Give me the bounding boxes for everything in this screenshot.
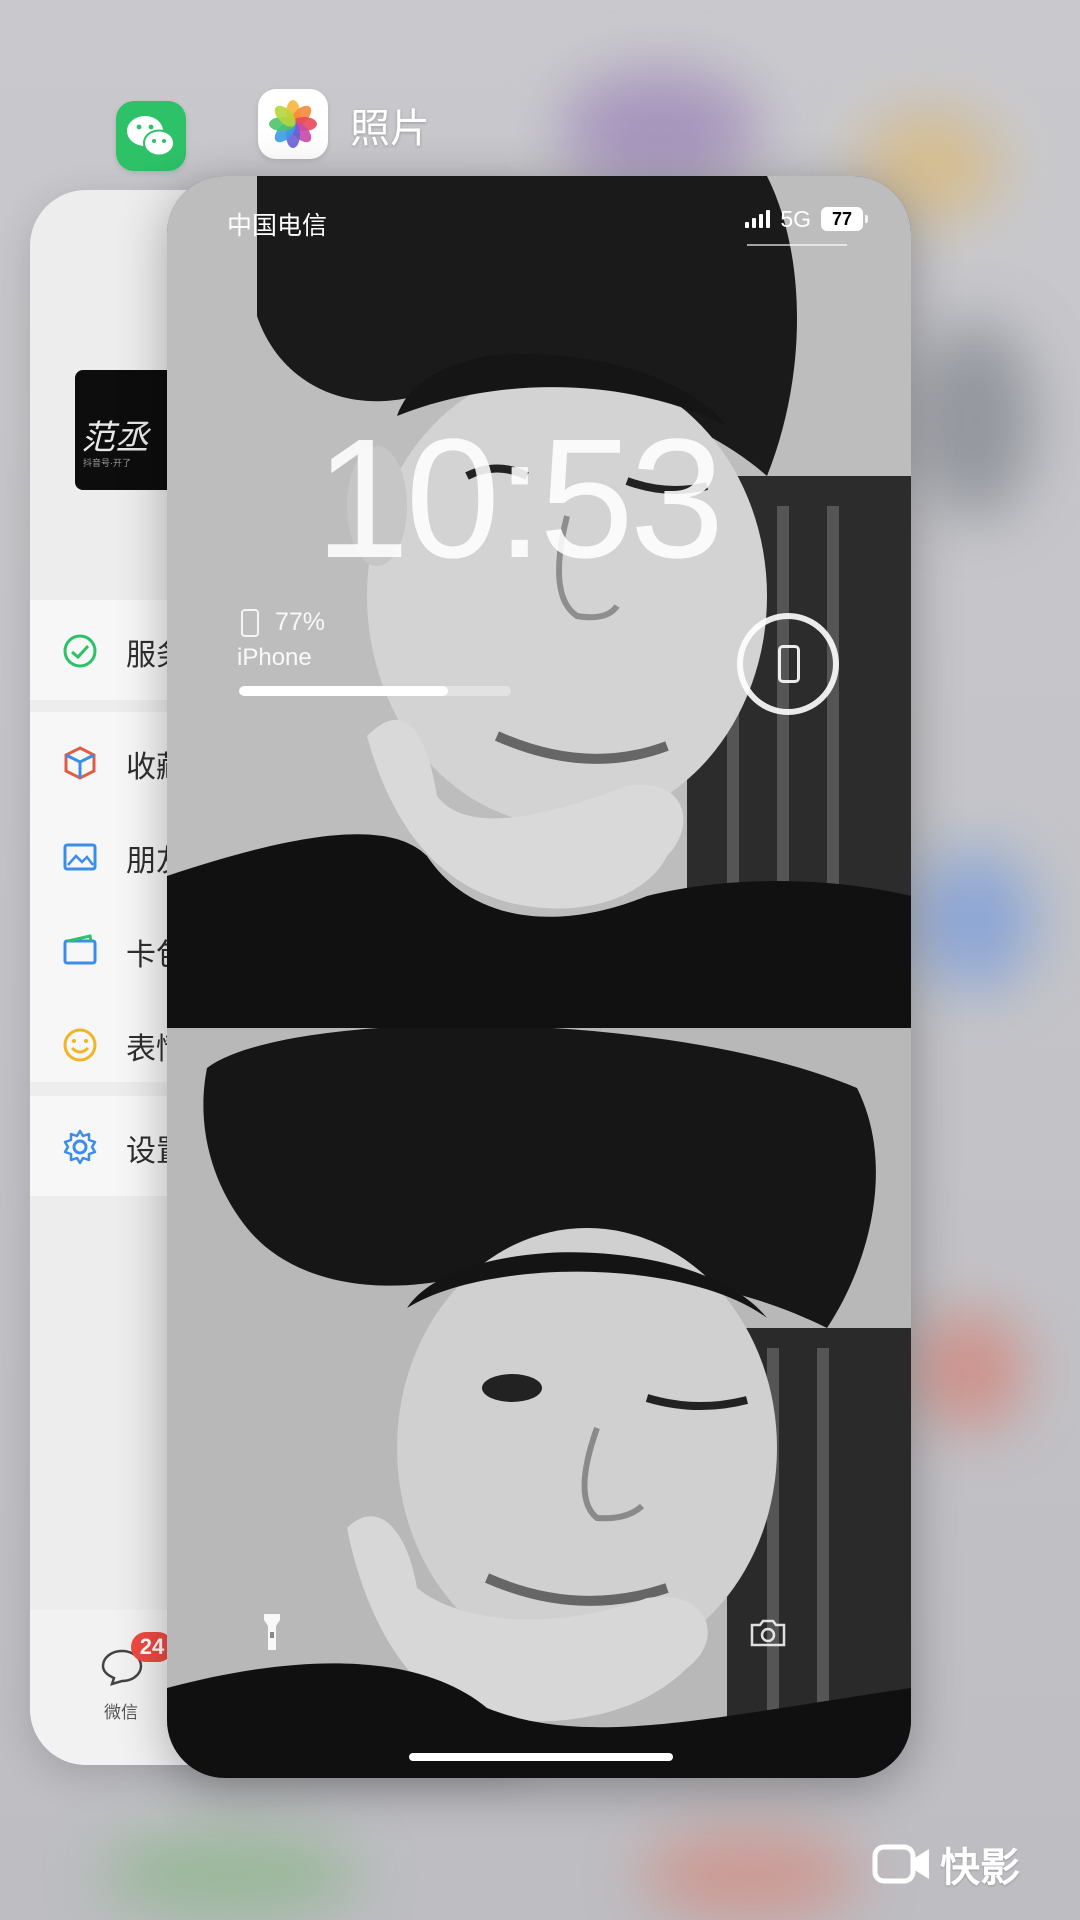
status-bar-right: 5G 77: [745, 204, 868, 234]
video-camera-icon: [872, 1844, 929, 1884]
kuaiying-watermark: 快影: [872, 1835, 1020, 1893]
service-icon: [63, 634, 97, 668]
settings-icon: [63, 1129, 97, 1165]
photos-flower-icon: [269, 100, 317, 148]
flashlight-icon[interactable]: [263, 1612, 281, 1652]
photo-bottom: [167, 1028, 911, 1778]
card-wallet-icon: [63, 934, 97, 965]
battery-icon: 77: [821, 207, 868, 231]
wechat-logo-icon: [127, 116, 175, 157]
background-app-blob: [560, 70, 760, 190]
status-divider: [747, 244, 847, 246]
background-app-blob: [100, 1830, 360, 1920]
sticker-icon: [63, 1028, 97, 1062]
battery-widget-bar: [239, 686, 511, 696]
battery-widget-device: iPhone: [237, 644, 312, 671]
battery-level: 77: [831, 209, 853, 229]
thumbnail-subtext: 抖音号·开了: [83, 458, 131, 468]
photos-app-icon[interactable]: [258, 89, 328, 159]
network-type: 5G: [780, 205, 811, 232]
background-app-blob: [915, 320, 1035, 520]
tab-chats-label: 微信: [104, 1703, 138, 1723]
favorites-icon: [64, 746, 96, 780]
background-app-blob: [915, 1310, 1025, 1430]
wechat-app-icon[interactable]: [116, 101, 186, 171]
app-title: 照片: [350, 106, 430, 152]
battery-widget-fill: [239, 686, 449, 696]
phone-battery-icon: [241, 609, 259, 637]
lockscreen-time: 10:53: [315, 404, 724, 594]
moments-icon: [63, 843, 97, 871]
home-indicator[interactable]: [409, 1753, 673, 1761]
photo-top: [167, 176, 911, 1028]
battery-ring-widget[interactable]: [737, 613, 839, 715]
phone-icon: [778, 645, 800, 683]
battery-widget-percent: 77%: [275, 608, 326, 636]
photos-app-card[interactable]: 中国电信 5G 77 10:53 77% iPhone: [167, 176, 911, 1778]
background-app-blob: [915, 850, 1035, 990]
background-app-blob: [640, 1830, 860, 1920]
thumbnail-text: 范丞: [81, 418, 149, 458]
carrier-label: 中国电信: [227, 211, 328, 240]
portrait-photo: [167, 1028, 911, 1778]
portrait-photo: [167, 176, 911, 1028]
camera-icon[interactable]: [749, 1619, 787, 1647]
watermark-text: 快影: [940, 1845, 1020, 1891]
cellular-signal-icon: [745, 210, 771, 228]
